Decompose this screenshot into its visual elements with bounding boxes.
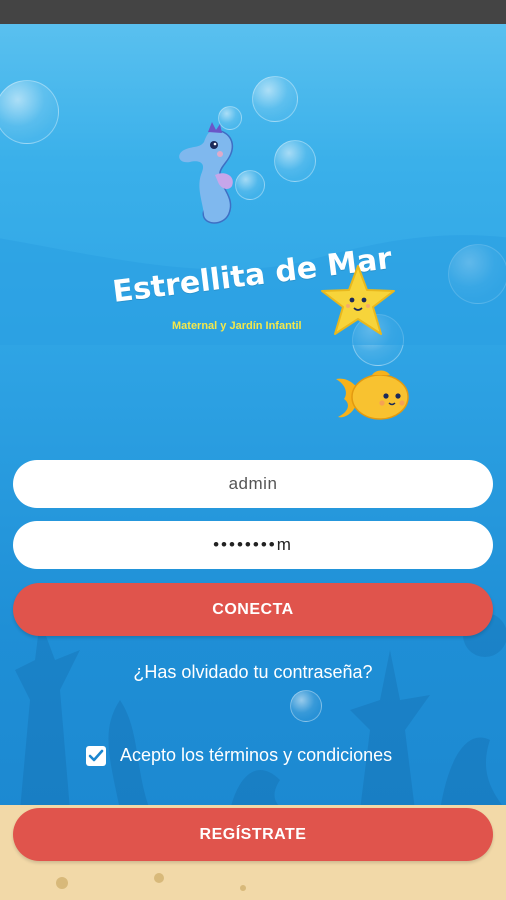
- bubble: [0, 80, 59, 144]
- bubble: [252, 76, 298, 122]
- logo-subtitle: Maternal y Jardín Infantil: [172, 320, 302, 332]
- pebble: [154, 873, 164, 883]
- register-button[interactable]: REGÍSTRATE: [13, 808, 493, 861]
- status-bar: [0, 0, 506, 24]
- password-field[interactable]: ••••••••m: [13, 521, 493, 569]
- login-screen: Estrellita de Mar Maternal y Jardín Infa…: [0, 0, 506, 900]
- pebble: [240, 885, 246, 891]
- terms-row: Acepto los términos y condiciones: [86, 745, 392, 766]
- seahorse-icon: [179, 122, 234, 224]
- starfish-icon: [321, 265, 395, 335]
- connect-button[interactable]: CONECTA: [13, 583, 493, 636]
- terms-label[interactable]: Acepto los términos y condiciones: [120, 745, 392, 766]
- terms-checkbox[interactable]: [86, 745, 106, 766]
- forgot-password-link[interactable]: ¿Has olvidado tu contraseña?: [0, 662, 506, 683]
- username-field[interactable]: admin: [13, 460, 493, 508]
- checkbox-checked-icon: [88, 749, 104, 761]
- fish-icon: [336, 370, 409, 420]
- bubble: [274, 140, 316, 182]
- pebble: [56, 877, 68, 889]
